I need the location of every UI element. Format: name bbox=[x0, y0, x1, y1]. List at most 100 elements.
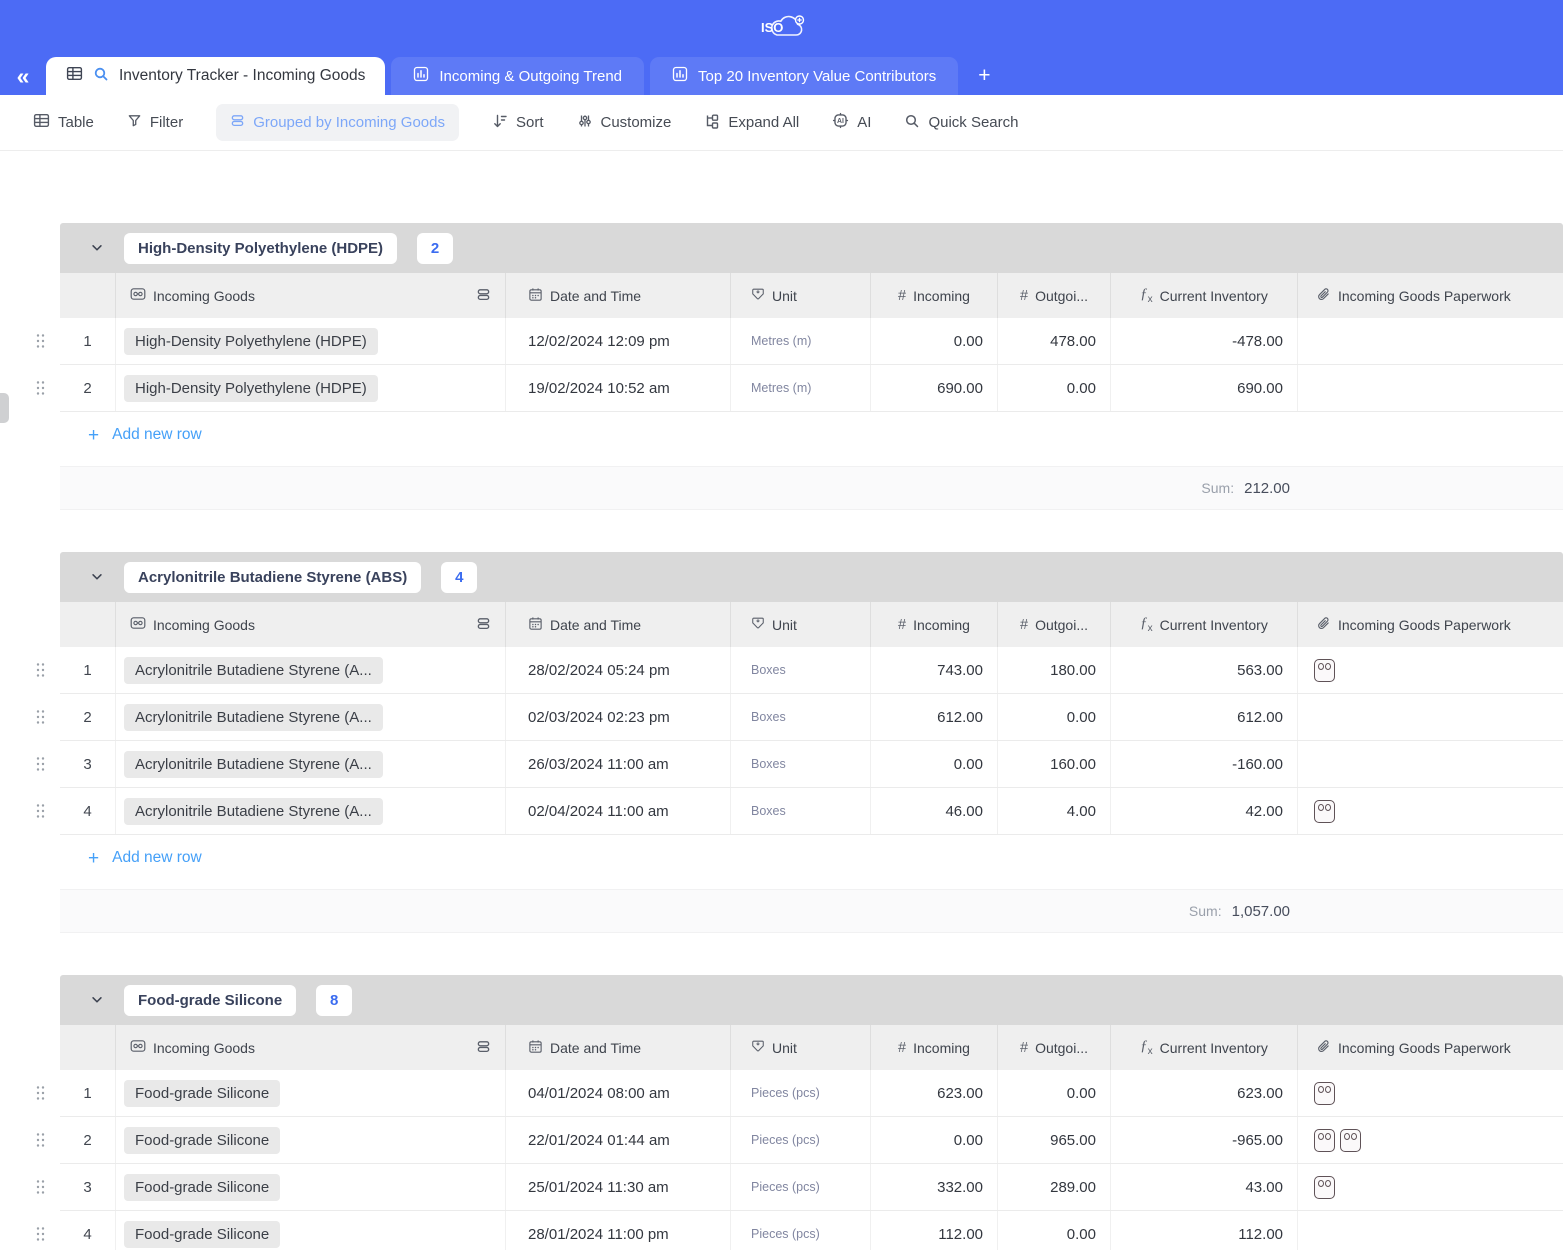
date-cell[interactable]: 02/03/2024 02:23 pm bbox=[505, 694, 730, 740]
outgoing-cell[interactable]: 289.00 bbox=[997, 1164, 1110, 1210]
goods-pill[interactable]: High-Density Polyethylene (HDPE) bbox=[124, 375, 378, 402]
incoming-cell[interactable]: 0.00 bbox=[870, 318, 997, 364]
ai-button[interactable]: AI AI bbox=[832, 112, 871, 133]
customize-button[interactable]: Customize bbox=[577, 113, 672, 133]
drag-handle-icon[interactable] bbox=[36, 757, 45, 772]
goods-pill[interactable]: Acrylonitrile Butadiene Styrene (A... bbox=[124, 704, 383, 731]
drag-handle-icon[interactable] bbox=[36, 1180, 45, 1195]
sum-value[interactable]: 212.00 bbox=[1244, 480, 1290, 497]
column-header-incoming-goods[interactable]: Incoming Goods bbox=[115, 602, 505, 647]
paperwork-cell[interactable] bbox=[1297, 1070, 1563, 1116]
goods-pill[interactable]: Food-grade Silicone bbox=[124, 1174, 280, 1201]
inventory-cell[interactable]: 623.00 bbox=[1110, 1070, 1297, 1116]
goods-pill[interactable]: Food-grade Silicone bbox=[124, 1127, 280, 1154]
paperwork-cell[interactable] bbox=[1297, 788, 1563, 834]
table-row[interactable]: 3 Acrylonitrile Butadiene Styrene (A... … bbox=[60, 741, 1563, 788]
quick-search-button[interactable]: Quick Search bbox=[904, 113, 1018, 133]
column-header-date-time[interactable]: Date and Time bbox=[505, 1025, 730, 1070]
incoming-cell[interactable]: 690.00 bbox=[870, 365, 997, 411]
column-header-current-inventory[interactable]: ƒx Current Inventory bbox=[1110, 602, 1297, 647]
column-header-incoming-goods[interactable]: Incoming Goods bbox=[115, 273, 505, 318]
table-row[interactable]: 1 High-Density Polyethylene (HDPE) 12/02… bbox=[60, 318, 1563, 365]
date-cell[interactable]: 25/01/2024 11:30 am bbox=[505, 1164, 730, 1210]
table-row[interactable]: 1 Acrylonitrile Butadiene Styrene (A... … bbox=[60, 647, 1563, 694]
unit-cell[interactable]: Metres (m) bbox=[730, 365, 870, 411]
unit-cell[interactable]: Pieces (pcs) bbox=[730, 1164, 870, 1210]
add-new-row-button[interactable]: + Add new row bbox=[60, 412, 1563, 458]
inventory-cell[interactable]: -478.00 bbox=[1110, 318, 1297, 364]
outgoing-cell[interactable]: 180.00 bbox=[997, 647, 1110, 693]
collapse-sidebar-button[interactable]: « bbox=[0, 57, 46, 95]
column-header-outgoing[interactable]: # Outgoi... bbox=[997, 273, 1110, 318]
group-stack-icon[interactable] bbox=[476, 287, 491, 305]
column-header-unit[interactable]: Unit bbox=[730, 602, 870, 647]
add-new-row-button[interactable]: + Add new row bbox=[60, 835, 1563, 881]
collapsed-panel-handle[interactable] bbox=[0, 393, 9, 423]
paperwork-cell[interactable] bbox=[1297, 694, 1563, 740]
table-row[interactable]: 3 Food-grade Silicone 25/01/2024 11:30 a… bbox=[60, 1164, 1563, 1211]
chevron-down-icon[interactable] bbox=[90, 241, 104, 255]
inventory-cell[interactable]: 112.00 bbox=[1110, 1211, 1297, 1250]
add-tab-button[interactable]: + bbox=[958, 57, 1010, 95]
group-stack-icon[interactable] bbox=[476, 616, 491, 634]
drag-handle-icon[interactable] bbox=[36, 1227, 45, 1242]
unit-cell[interactable]: Boxes bbox=[730, 741, 870, 787]
column-header-paperwork[interactable]: Incoming Goods Paperwork bbox=[1297, 273, 1563, 318]
column-header-current-inventory[interactable]: ƒx Current Inventory bbox=[1110, 1025, 1297, 1070]
incoming-cell[interactable]: 0.00 bbox=[870, 1117, 997, 1163]
incoming-cell[interactable]: 332.00 bbox=[870, 1164, 997, 1210]
unit-cell[interactable]: Metres (m) bbox=[730, 318, 870, 364]
group-stack-icon[interactable] bbox=[476, 1039, 491, 1057]
table-row[interactable]: 1 Food-grade Silicone 04/01/2024 08:00 a… bbox=[60, 1070, 1563, 1117]
outgoing-cell[interactable]: 0.00 bbox=[997, 1211, 1110, 1250]
inventory-cell[interactable]: -160.00 bbox=[1110, 741, 1297, 787]
inventory-cell[interactable]: 43.00 bbox=[1110, 1164, 1297, 1210]
unit-cell[interactable]: Boxes bbox=[730, 647, 870, 693]
goods-pill[interactable]: Food-grade Silicone bbox=[124, 1080, 280, 1107]
inventory-cell[interactable]: 612.00 bbox=[1110, 694, 1297, 740]
table-row[interactable]: 4 Food-grade Silicone 28/01/2024 11:00 p… bbox=[60, 1211, 1563, 1250]
chevron-down-icon[interactable] bbox=[90, 570, 104, 584]
table-view-button[interactable]: Table bbox=[33, 112, 94, 133]
unit-cell[interactable]: Boxes bbox=[730, 788, 870, 834]
column-header-outgoing[interactable]: # Outgoi... bbox=[997, 602, 1110, 647]
column-header-current-inventory[interactable]: ƒx Current Inventory bbox=[1110, 273, 1297, 318]
tab-incoming-outgoing-trend[interactable]: Incoming & Outgoing Trend bbox=[391, 57, 644, 95]
drag-handle-icon[interactable] bbox=[36, 1133, 45, 1148]
goods-pill[interactable]: Acrylonitrile Butadiene Styrene (A... bbox=[124, 798, 383, 825]
table-row[interactable]: 2 Food-grade Silicone 22/01/2024 01:44 a… bbox=[60, 1117, 1563, 1164]
tab-top20-value-contributors[interactable]: Top 20 Inventory Value Contributors bbox=[650, 57, 958, 95]
attachment-thumbnail[interactable] bbox=[1314, 1129, 1335, 1152]
table-row[interactable]: 2 High-Density Polyethylene (HDPE) 19/02… bbox=[60, 365, 1563, 412]
drag-handle-icon[interactable] bbox=[36, 1086, 45, 1101]
expand-all-button[interactable]: Expand All bbox=[704, 113, 799, 133]
sum-value[interactable]: 1,057.00 bbox=[1232, 903, 1290, 920]
date-cell[interactable]: 02/04/2024 11:00 am bbox=[505, 788, 730, 834]
drag-handle-icon[interactable] bbox=[36, 663, 45, 678]
incoming-cell[interactable]: 112.00 bbox=[870, 1211, 997, 1250]
outgoing-cell[interactable]: 478.00 bbox=[997, 318, 1110, 364]
table-row[interactable]: 4 Acrylonitrile Butadiene Styrene (A... … bbox=[60, 788, 1563, 835]
goods-pill[interactable]: Acrylonitrile Butadiene Styrene (A... bbox=[124, 751, 383, 778]
inventory-cell[interactable]: 690.00 bbox=[1110, 365, 1297, 411]
grouped-by-button[interactable]: Grouped by Incoming Goods bbox=[216, 104, 459, 141]
column-header-incoming[interactable]: # Incoming bbox=[870, 1025, 997, 1070]
paperwork-cell[interactable] bbox=[1297, 365, 1563, 411]
drag-handle-icon[interactable] bbox=[36, 381, 45, 396]
inventory-cell[interactable]: 563.00 bbox=[1110, 647, 1297, 693]
outgoing-cell[interactable]: 0.00 bbox=[997, 365, 1110, 411]
goods-pill[interactable]: Acrylonitrile Butadiene Styrene (A... bbox=[124, 657, 383, 684]
unit-cell[interactable]: Pieces (pcs) bbox=[730, 1117, 870, 1163]
date-cell[interactable]: 28/01/2024 11:00 pm bbox=[505, 1211, 730, 1250]
drag-handle-icon[interactable] bbox=[36, 804, 45, 819]
tab-inventory-tracker[interactable]: Inventory Tracker - Incoming Goods bbox=[46, 57, 385, 95]
incoming-cell[interactable]: 612.00 bbox=[870, 694, 997, 740]
outgoing-cell[interactable]: 4.00 bbox=[997, 788, 1110, 834]
column-header-incoming[interactable]: # Incoming bbox=[870, 602, 997, 647]
column-header-paperwork[interactable]: Incoming Goods Paperwork bbox=[1297, 602, 1563, 647]
attachment-thumbnail[interactable] bbox=[1314, 1176, 1335, 1199]
outgoing-cell[interactable]: 0.00 bbox=[997, 694, 1110, 740]
column-header-paperwork[interactable]: Incoming Goods Paperwork bbox=[1297, 1025, 1563, 1070]
table-row[interactable]: 2 Acrylonitrile Butadiene Styrene (A... … bbox=[60, 694, 1563, 741]
chevron-down-icon[interactable] bbox=[90, 993, 104, 1007]
